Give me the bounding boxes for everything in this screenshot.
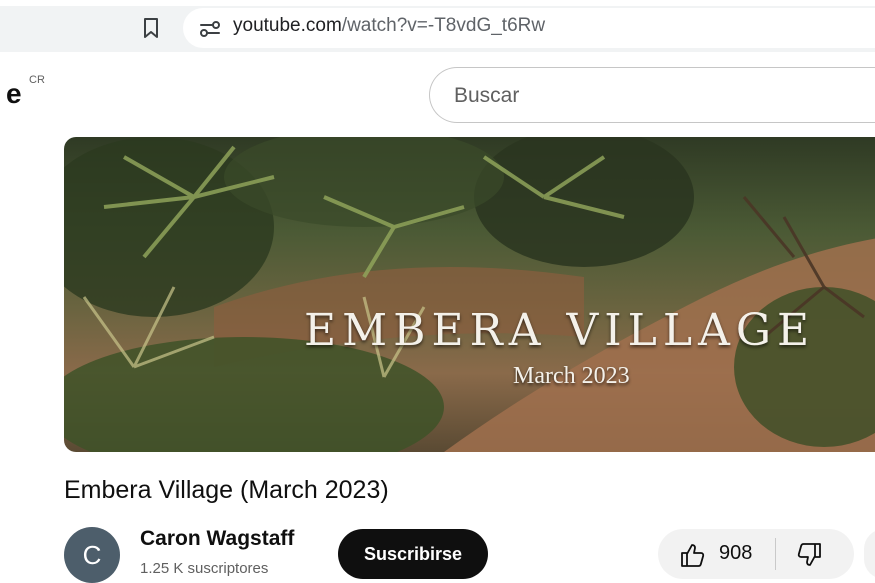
thumbs-up-icon xyxy=(681,544,705,567)
thumbs-down-icon xyxy=(797,543,821,566)
like-button[interactable]: 908 xyxy=(658,529,775,579)
search-placeholder: Buscar xyxy=(454,84,520,107)
url-path: /watch?v=-T8vdG_t6Rw xyxy=(341,15,546,36)
video-player[interactable]: EMBERA VILLAGE March 2023 xyxy=(64,137,875,452)
subscribe-button[interactable]: Suscribirse xyxy=(338,529,488,579)
url-domain: youtube.com xyxy=(233,15,342,36)
like-dislike-group: 908 xyxy=(658,529,854,579)
bookmark-icon[interactable] xyxy=(139,14,163,42)
dislike-button[interactable] xyxy=(776,529,854,579)
channel-avatar[interactable]: C xyxy=(64,527,120,583)
browser-toolbar: youtube.com/watch?v=-T8vdG_t6Rw xyxy=(0,0,875,56)
video-frame-scene xyxy=(64,137,875,452)
url-text[interactable]: youtube.com/watch?v=-T8vdG_t6Rw xyxy=(233,15,545,37)
subscriber-count: 1.25 K suscriptores xyxy=(140,560,269,577)
site-info-icon[interactable] xyxy=(198,18,222,40)
channel-name[interactable]: Caron Wagstaff xyxy=(140,527,294,551)
share-button[interactable] xyxy=(864,529,875,579)
like-count: 908 xyxy=(719,542,753,564)
youtube-logo[interactable]: e xyxy=(6,78,22,110)
video-overlay-title: EMBERA VILLAGE xyxy=(304,305,816,356)
country-code: CR xyxy=(29,74,45,86)
video-title: Embera Village (March 2023) xyxy=(64,476,389,504)
video-overlay-date: March 2023 xyxy=(513,363,630,389)
